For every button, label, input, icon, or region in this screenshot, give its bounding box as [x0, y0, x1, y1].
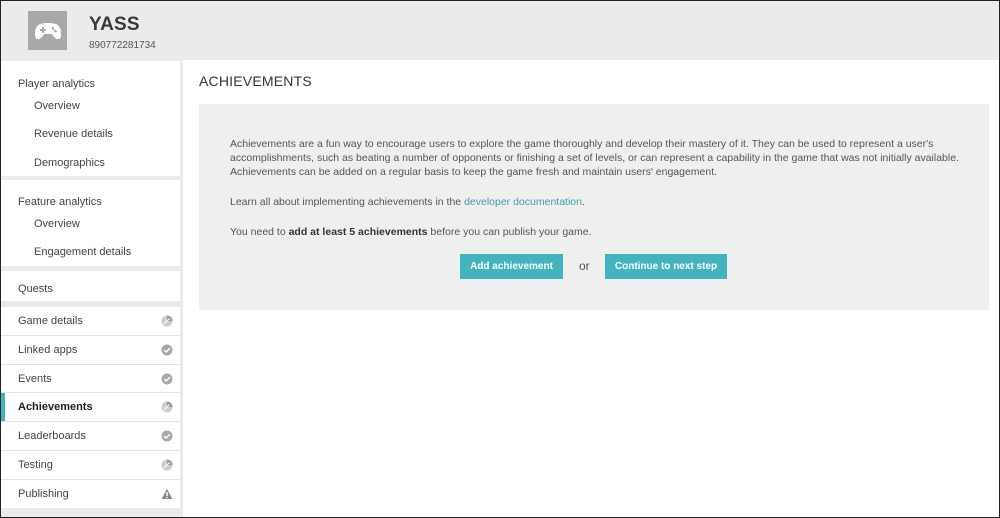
learn-prefix: Learn all about implementing achievement…: [230, 196, 465, 208]
sidebar-item-events[interactable]: Events: [1, 365, 180, 393]
partial-icon: [161, 315, 173, 327]
requirement-text: You need to add at least 5 achievements …: [230, 225, 960, 239]
sidebar-item-leaderboards[interactable]: Leaderboards: [1, 422, 180, 450]
sidebar-item-quests[interactable]: Quests: [1, 271, 180, 301]
game-id: 890772281734: [89, 40, 156, 51]
check-icon: [161, 430, 173, 442]
sidebar-item-label: Linked apps: [18, 344, 78, 356]
sidebar-item-publishing[interactable]: Publishing: [1, 480, 180, 508]
intro-text: Achievements are a fun way to encourage …: [230, 138, 959, 178]
feature-analytics-title[interactable]: Feature analytics: [18, 196, 102, 208]
learn-suffix: .: [581, 196, 585, 208]
sidebar-item-label: Quests: [18, 283, 53, 295]
active-indicator: [1, 393, 5, 421]
sidebar-item-label: Testing: [18, 459, 53, 471]
sidebar-item-label: Publishing: [18, 488, 69, 500]
gamepad-icon: [28, 11, 67, 50]
sidebar-item-game-details[interactable]: Game details: [1, 307, 180, 335]
continue-button[interactable]: Continue to next step: [605, 254, 727, 279]
sidebar-item-label: Game details: [18, 315, 83, 327]
game-title: YASS: [89, 14, 140, 35]
sidebar-item-feature-overview[interactable]: Overview: [34, 218, 80, 230]
sidebar-item-label: Leaderboards: [18, 430, 86, 442]
sidebar-item-player-overview[interactable]: Overview: [34, 100, 80, 112]
sidebar-item-engagement-details[interactable]: Engagement details: [34, 246, 131, 258]
sidebar-item-revenue-details[interactable]: Revenue details: [34, 128, 113, 140]
add-achievement-button[interactable]: Add achievement: [460, 254, 563, 279]
achievements-info-panel: Achievements are a fun way to encourage …: [199, 104, 989, 310]
check-icon: [161, 344, 173, 356]
warning-icon: [161, 488, 173, 499]
game-header: YASS 890772281734: [1, 1, 999, 60]
learn-more-text: Learn all about implementing achievement…: [230, 195, 960, 209]
page-title: ACHIEVEMENTS: [199, 73, 312, 89]
sidebar-item-linked-apps[interactable]: Linked apps: [1, 336, 180, 364]
requirement-emphasis: add at least 5 achievements: [288, 226, 428, 238]
or-text: or: [579, 259, 590, 273]
need-prefix: You need to: [230, 226, 289, 238]
check-icon: [161, 373, 173, 385]
developer-documentation-link[interactable]: developer documentation: [464, 196, 582, 208]
sidebar-item-achievements[interactable]: Achievements: [1, 393, 180, 421]
sidebar: Player analytics Overview Revenue detail…: [1, 60, 183, 517]
sidebar-item-label: Achievements: [18, 401, 93, 413]
partial-icon: [161, 401, 173, 413]
feature-analytics-group: Feature analytics Overview Engagement de…: [1, 180, 180, 266]
sidebar-item-testing[interactable]: Testing: [1, 451, 180, 479]
sidebar-item-label: Events: [18, 373, 52, 385]
player-analytics-title[interactable]: Player analytics: [18, 78, 95, 90]
need-suffix: before you can publish your game.: [427, 226, 592, 238]
player-analytics-group: Player analytics Overview Revenue detail…: [1, 61, 180, 176]
sidebar-item-demographics[interactable]: Demographics: [34, 157, 105, 169]
partial-icon: [161, 459, 173, 471]
